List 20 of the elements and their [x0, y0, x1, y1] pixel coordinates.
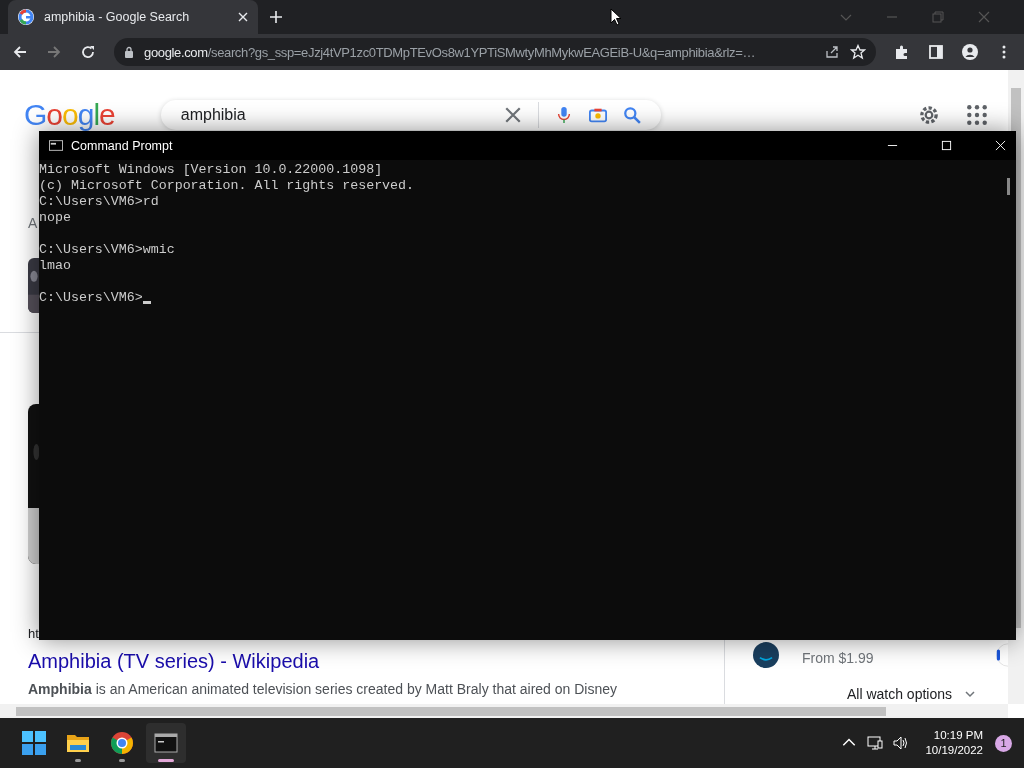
console-line: lmao: [39, 258, 72, 274]
price-text: From $1.99: [802, 650, 874, 666]
search-field[interactable]: amphibia: [160, 100, 661, 130]
console-line: Microsoft Windows [Version 10.0.22000.1098]: [39, 162, 384, 178]
text-fragment: A: [28, 215, 38, 231]
result-snippet: Amphibia is an American animated television series created by Matt Braly that aired on Disney: [28, 681, 618, 697]
console-line: (c) Microsoft Corporation. All rights reserved.: [39, 178, 416, 194]
console-prompt: C:\Users\VM6>: [39, 290, 143, 306]
notification-badge[interactable]: 1: [995, 734, 1012, 752]
result-url: ht: [28, 626, 39, 641]
result-link[interactable]: Amphibia (TV series) - Wikipedia: [28, 650, 320, 673]
console-line: nope: [39, 210, 72, 226]
url-text: google.com/search?gs_ssp=eJzj4tVP1zc0TDMpTEvOs8w1YPTiSMwtyMhMykwEAGEiB-U&q=amphibia&rlz=…: [144, 44, 757, 60]
console-line: C:\Users\VM6>rd: [39, 194, 160, 210]
google-logo[interactable]: Google: [24, 98, 115, 132]
window-title: Command Prompt: [71, 138, 173, 153]
clock[interactable]: 10:19 PM 10/19/2022: [925, 728, 983, 758]
address-bar[interactable]: google.com/search?gs_ssp=eJzj4tVP1zc0TDMpTEvOs8w1YPTiSMwtyMhMykwEAGEiB-U&q=amphibia&rlz=…: [114, 38, 876, 66]
console-line: C:\Users\VM6>wmic: [39, 242, 176, 258]
browser-tab[interactable]: amphibia - Google Search: [8, 0, 258, 34]
